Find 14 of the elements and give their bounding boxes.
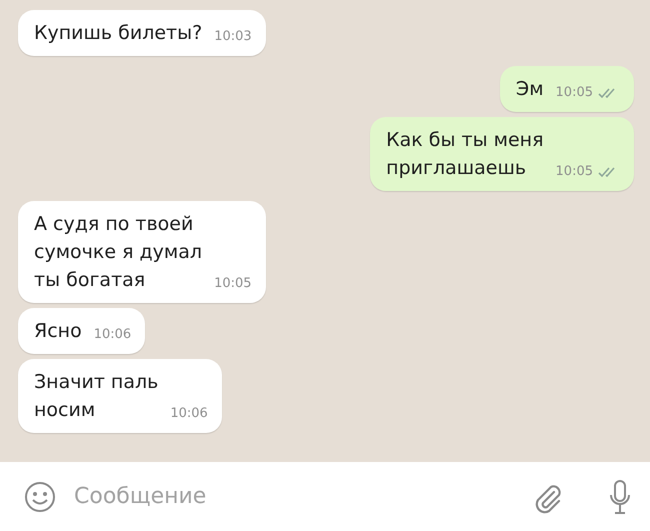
message-time: 10:06 — [94, 327, 132, 343]
message-time: 10:05 — [214, 276, 252, 292]
message-time: 10:05 — [556, 85, 593, 101]
message-text: Значит паль носим — [34, 370, 158, 423]
emoji-icon[interactable] — [24, 480, 56, 512]
message-time: 10:05 — [556, 164, 593, 180]
message-time: 10:03 — [214, 29, 252, 45]
message-text: Как бы ты меня приглашаешь — [386, 128, 544, 181]
message-text: Купишь билеты? — [34, 21, 202, 46]
message-time: 10:06 — [170, 406, 208, 422]
message-text: А судя по твоей сумочке я думал ты богатая — [34, 212, 202, 293]
microphone-icon[interactable] — [608, 478, 632, 514]
message-text: Эм — [516, 77, 544, 102]
message-text: Ясно — [34, 319, 82, 344]
